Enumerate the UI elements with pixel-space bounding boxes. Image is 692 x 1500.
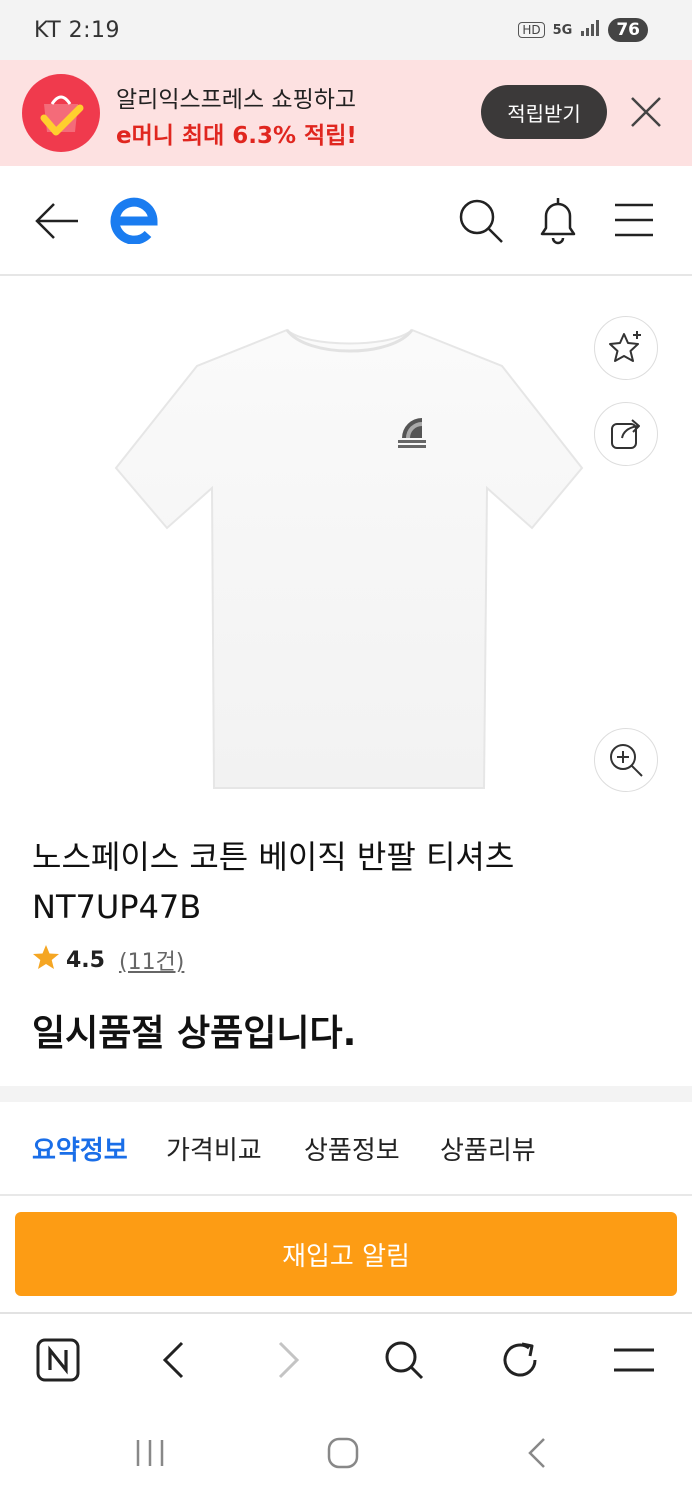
signal-icon [580, 19, 600, 41]
menu-icon[interactable] [614, 202, 654, 242]
share-icon [611, 419, 640, 449]
back-arrow-icon[interactable] [34, 198, 80, 248]
aliexpress-logo [22, 74, 100, 152]
hd-badge: HD [518, 22, 545, 38]
tab-summary[interactable]: 요약정보 [32, 1130, 128, 1167]
recent-apps-icon[interactable] [134, 1438, 166, 1472]
share-button[interactable] [594, 402, 658, 466]
zoom-in-icon [610, 744, 643, 777]
star-icon [32, 944, 60, 976]
bell-icon[interactable] [534, 194, 582, 250]
review-count-link[interactable]: (11건) [119, 944, 184, 976]
brand-logo[interactable] [110, 194, 160, 245]
browser-toolbar [0, 1312, 692, 1412]
product-title: 노스페이스 코튼 베이직 반팔 티셔츠 NT7UP47B [32, 838, 515, 926]
browser-search-icon[interactable] [382, 1338, 426, 1386]
promo-highlight: e머니 최대 6.3% 적립! [116, 123, 357, 149]
section-divider [0, 1086, 692, 1102]
tab-product-info[interactable]: 상품정보 [304, 1130, 400, 1167]
star-add-icon [609, 331, 641, 362]
rating-row[interactable]: 4.5 (11건) [32, 944, 184, 976]
zoom-button[interactable] [594, 728, 658, 792]
tab-price-compare[interactable]: 가격비교 [166, 1130, 262, 1167]
status-time: KT 2:19 [34, 18, 121, 43]
system-back-icon[interactable] [524, 1436, 550, 1474]
status-indicators: HD 5G 76 [518, 18, 648, 42]
product-image[interactable] [112, 318, 586, 796]
soldout-status: 일시품절 상품입니다. [32, 1013, 357, 1054]
close-icon[interactable] [626, 92, 666, 132]
search-icon[interactable] [456, 196, 506, 250]
promo-text: 알리익스프레스 쇼핑하고 [116, 87, 357, 113]
browser-menu-icon[interactable] [612, 1344, 656, 1380]
home-icon[interactable] [326, 1436, 360, 1474]
tab-reviews[interactable]: 상품리뷰 [440, 1130, 536, 1167]
wishlist-button[interactable] [594, 316, 658, 380]
rating-score: 4.5 [66, 947, 105, 973]
app-header [0, 166, 692, 276]
browser-back-icon[interactable] [158, 1340, 188, 1384]
promo-earn-button[interactable]: 적립받기 [481, 85, 607, 139]
naver-home-icon[interactable] [36, 1338, 80, 1386]
browser-forward-icon [274, 1340, 304, 1384]
restock-alert-button[interactable]: 재입고 알림 [15, 1212, 677, 1296]
network-badge: 5G [552, 22, 573, 38]
refresh-icon[interactable] [498, 1338, 542, 1386]
battery-icon: 76 [608, 18, 648, 42]
